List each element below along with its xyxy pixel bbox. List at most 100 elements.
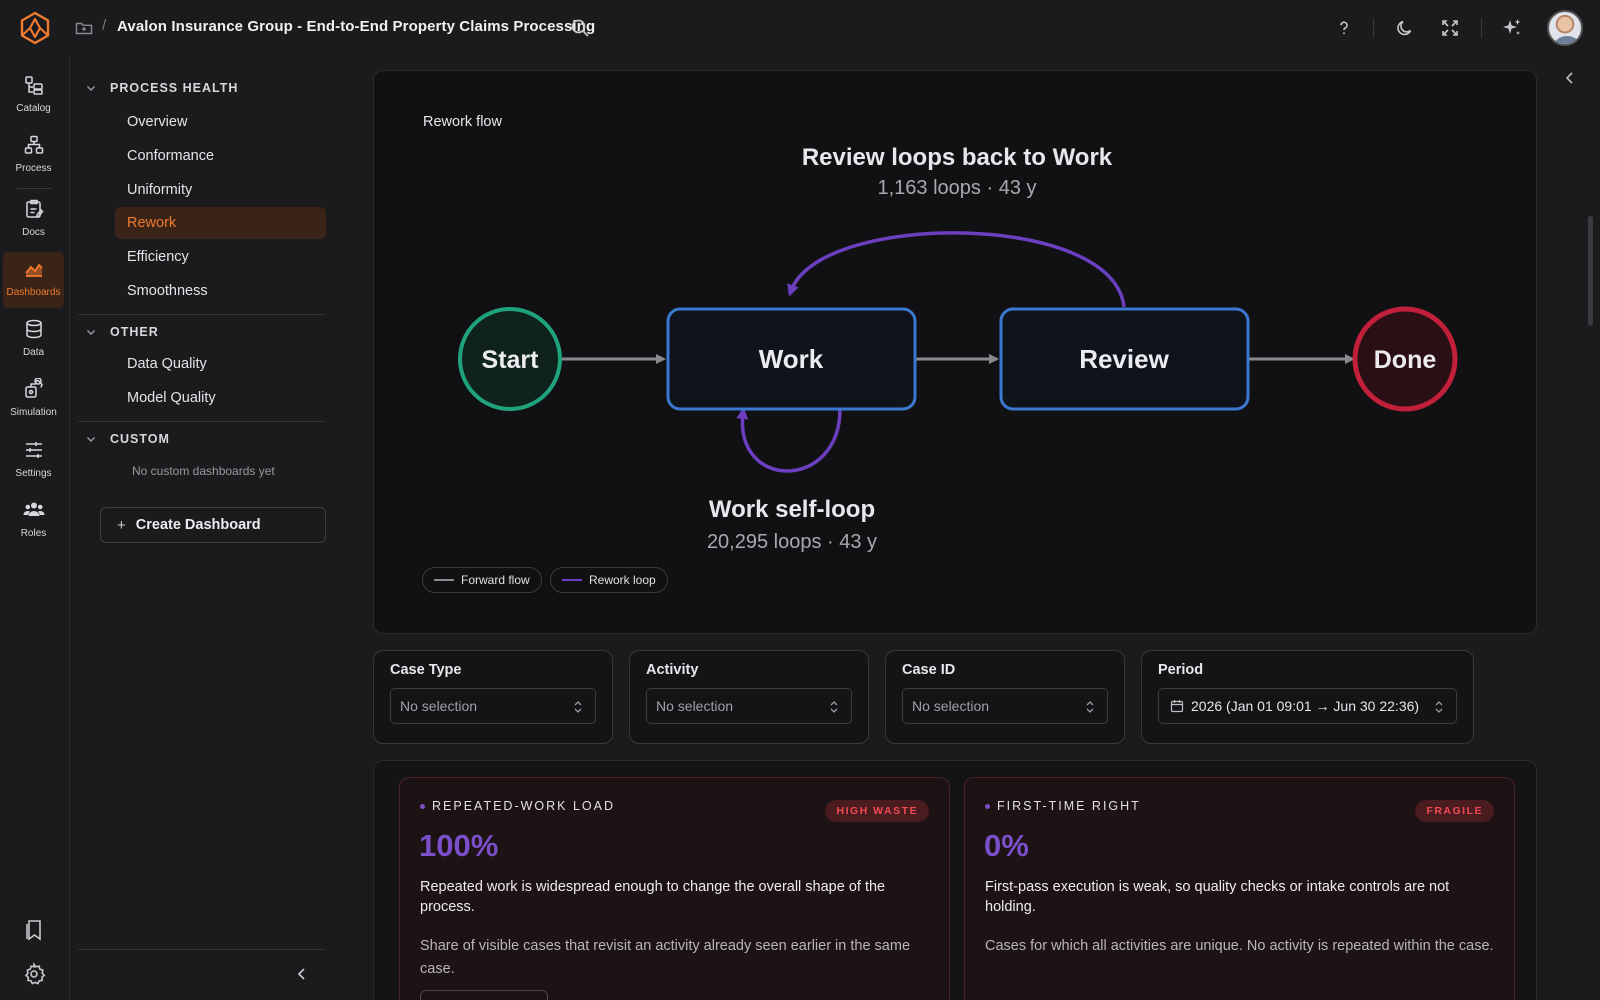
node-work[interactable]: Work xyxy=(666,307,917,411)
metric-title: REPEATED-WORK LOAD xyxy=(432,799,616,813)
ai-sparkle-icon[interactable] xyxy=(1500,16,1524,40)
nav-item-model-quality[interactable]: Model Quality xyxy=(115,382,326,414)
search-icon[interactable] xyxy=(569,17,591,39)
legend-forward-flow[interactable]: Forward flow xyxy=(422,567,542,593)
nav-item-smoothness[interactable]: Smoothness xyxy=(115,275,326,307)
filter-label: Activity xyxy=(646,662,699,678)
node-start-label: Start xyxy=(482,346,540,374)
nav-item-overview[interactable]: Overview xyxy=(115,106,326,138)
select-value: No selection xyxy=(912,698,990,714)
top-bar: / Avalon Insurance Group - End-to-End Pr… xyxy=(0,0,1600,56)
activity-select[interactable]: No selection xyxy=(646,688,852,724)
app-logo-icon[interactable] xyxy=(18,11,52,45)
nav-group-title: OTHER xyxy=(110,325,159,339)
legend-rework-loop[interactable]: Rework loop xyxy=(550,567,668,593)
bullet-dot xyxy=(985,803,990,809)
breadcrumb-separator: / xyxy=(102,17,107,34)
metric-action-button[interactable] xyxy=(420,990,548,1000)
status-badge: FRAGILE xyxy=(1415,800,1494,822)
metric-value: 0% xyxy=(984,828,1029,863)
create-dashboard-label: Create Dashboard xyxy=(135,517,261,533)
gear-icon[interactable] xyxy=(22,962,46,986)
filter-case-id: Case ID No selection xyxy=(885,650,1125,744)
filter-label: Period xyxy=(1158,662,1204,678)
metrics-card: REPEATED-WORK LOAD HIGH WASTE 100% Repea… xyxy=(373,760,1537,1000)
rail-label: Process xyxy=(15,163,52,174)
work-self-loop xyxy=(736,407,842,473)
rail-label: Docs xyxy=(22,227,45,238)
rail-settings[interactable]: Settings xyxy=(3,433,64,489)
process-icon xyxy=(24,135,43,154)
dashboards-nav: PROCESS HEALTH Overview Conformance Unif… xyxy=(69,56,332,1000)
rail-docs[interactable]: Docs xyxy=(3,192,64,248)
rail-simulation[interactable]: Simulation xyxy=(3,372,64,428)
nav-group-other[interactable]: OTHER xyxy=(85,322,159,342)
rail-label: Settings xyxy=(15,468,52,479)
select-value: No selection xyxy=(400,698,478,714)
chevron-updown-icon xyxy=(1086,701,1094,713)
chevron-down-icon xyxy=(87,437,95,442)
page-title[interactable]: Avalon Insurance Group - End-to-End Prop… xyxy=(117,18,595,35)
bullet-dot xyxy=(420,803,425,809)
select-value: No selection xyxy=(656,698,734,714)
catalog-icon xyxy=(24,76,43,95)
toolbar-divider xyxy=(1373,18,1374,38)
chevron-updown-icon xyxy=(830,701,838,713)
metric-note: Cases for which all activities are uniqu… xyxy=(985,938,1494,954)
period-select[interactable]: 2026 (Jan 01 09:01 → Jun 30 22:36) xyxy=(1158,688,1457,724)
metric-description: First-pass execution is weak, so quality… xyxy=(985,879,1450,915)
help-icon[interactable] xyxy=(1332,16,1356,40)
nav-group-title: PROCESS HEALTH xyxy=(110,81,239,95)
create-dashboard-button[interactable]: + Create Dashboard xyxy=(100,507,326,543)
node-start[interactable]: Start xyxy=(458,307,562,411)
empty-custom-dashboards: No custom dashboards yet xyxy=(132,464,275,478)
calendar-icon xyxy=(1170,700,1184,713)
rail-catalog[interactable]: Catalog xyxy=(3,68,64,124)
select-value: 2026 (Jan 01 09:01 → Jun 30 22:36) xyxy=(1191,698,1420,714)
metric-first-time-right: FIRST-TIME RIGHT FRAGILE 0% First-pass e… xyxy=(964,777,1515,1000)
case-type-select[interactable]: No selection xyxy=(390,688,596,724)
chevron-updown-icon xyxy=(574,701,582,713)
case-id-select[interactable]: No selection xyxy=(902,688,1108,724)
filter-label: Case ID xyxy=(902,662,956,678)
nav-group-process-health[interactable]: PROCESS HEALTH xyxy=(85,78,238,98)
nav-divider xyxy=(78,421,326,422)
sliders-icon xyxy=(25,442,42,458)
metric-eyebrow: FIRST-TIME RIGHT xyxy=(985,799,1141,813)
rail-label: Catalog xyxy=(16,103,51,114)
chevron-left-icon[interactable] xyxy=(1562,70,1578,86)
nav-item-efficiency[interactable]: Efficiency xyxy=(115,241,326,273)
self-loop-title: Work self-loop xyxy=(709,496,875,523)
metric-eyebrow: REPEATED-WORK LOAD xyxy=(420,799,615,813)
nav-item-rework[interactable]: Rework xyxy=(115,207,326,239)
main-scrollbar[interactable] xyxy=(1588,216,1593,326)
dark-mode-icon[interactable] xyxy=(1393,16,1417,40)
nav-item-uniformity[interactable]: Uniformity xyxy=(115,174,326,206)
collapse-sidebar-icon[interactable] xyxy=(292,964,312,984)
review-to-work-loop xyxy=(787,231,1126,308)
legend-label: Rework loop xyxy=(589,573,656,587)
node-done[interactable]: Done xyxy=(1352,306,1458,412)
folder-icon[interactable] xyxy=(74,18,94,38)
rail-dashboards[interactable]: Dashboards xyxy=(3,252,64,308)
users-icon xyxy=(23,502,44,516)
rail-data[interactable]: Data xyxy=(3,312,64,368)
metric-value: 100% xyxy=(419,828,499,863)
rail-label: Simulation xyxy=(10,407,57,418)
rail-roles[interactable]: Roles xyxy=(3,493,64,549)
nav-item-data-quality[interactable]: Data Quality xyxy=(115,348,326,380)
nav-item-conformance[interactable]: Conformance xyxy=(115,140,326,172)
node-review[interactable]: Review xyxy=(999,307,1250,411)
user-avatar[interactable] xyxy=(1547,10,1583,46)
fullscreen-icon[interactable] xyxy=(1438,16,1462,40)
bookmarks-icon[interactable] xyxy=(22,918,46,942)
filter-period: Period 2026 (Jan 01 09:01 → Jun 30 22:36… xyxy=(1141,650,1474,744)
rail-label: Data xyxy=(22,347,45,358)
nav-group-custom[interactable]: CUSTOM xyxy=(85,429,170,449)
database-icon xyxy=(25,319,42,339)
node-done-label: Done xyxy=(1374,346,1437,374)
legend-swatch xyxy=(562,579,582,581)
rail-process[interactable]: Process xyxy=(3,128,64,184)
nav-group-title: CUSTOM xyxy=(110,432,170,446)
docs-icon xyxy=(25,199,44,218)
